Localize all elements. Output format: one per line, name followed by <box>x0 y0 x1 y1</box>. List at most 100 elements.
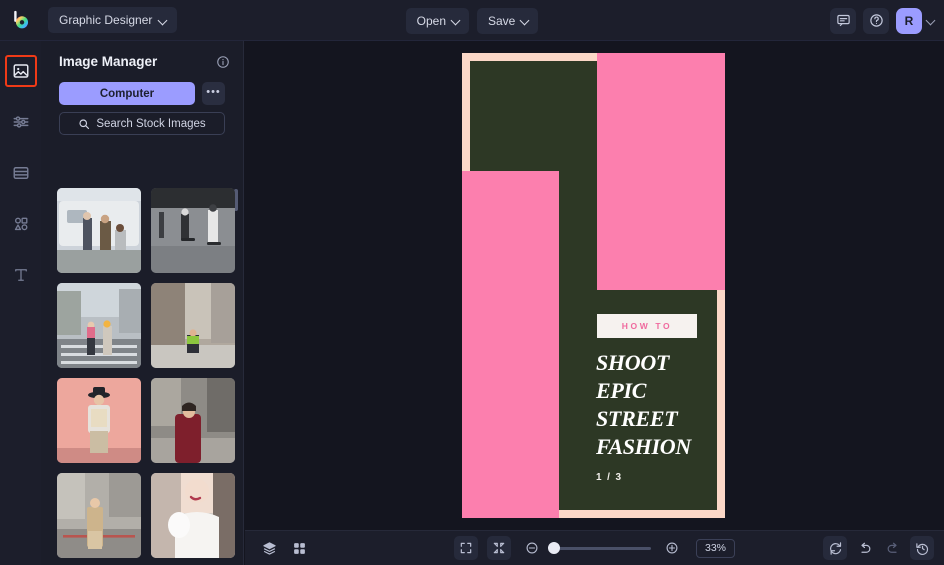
zoom-level-input[interactable]: 33% <box>695 538 735 558</box>
undo-button[interactable] <box>852 536 876 560</box>
image-thumbnail-grid <box>41 183 244 565</box>
list-item[interactable] <box>57 188 141 273</box>
help-button[interactable] <box>863 7 889 34</box>
more-sources-button[interactable]: ••• <box>202 82 225 105</box>
layers-button[interactable] <box>257 536 281 560</box>
zoom-in-button[interactable] <box>660 536 684 560</box>
history-icon <box>915 542 928 555</box>
image-icon <box>13 64 28 78</box>
chevron-down-icon <box>521 16 530 25</box>
open-button-label: Open <box>416 13 446 28</box>
list-item[interactable] <box>57 283 141 368</box>
thumbnail-image <box>151 283 235 368</box>
thumbnail-image <box>57 283 141 368</box>
sliders-icon <box>13 116 28 128</box>
left-icon-rail <box>0 41 41 565</box>
chevron-down-icon <box>159 16 168 25</box>
sidebar-item-elements[interactable] <box>0 203 41 245</box>
sidebar-item-templates-button[interactable] <box>6 158 36 188</box>
design-headline-line: STREET <box>596 406 678 431</box>
sidebar-item-adjust[interactable] <box>0 101 41 143</box>
user-avatar[interactable]: R <box>896 7 922 34</box>
design-label-how-to: HOW TO <box>597 314 697 338</box>
reset-button[interactable] <box>823 536 847 560</box>
grid-view-button[interactable] <box>287 536 311 560</box>
grid-icon <box>293 542 305 554</box>
document-name-dropdown[interactable]: Graphic Designer <box>48 7 178 33</box>
design-headline-line: SHOOT <box>596 350 670 375</box>
zoom-level-value: 33% <box>704 542 726 554</box>
zoom-slider[interactable] <box>547 542 651 554</box>
image-manager-panel: Image Manager Computer ••• Search Stock … <box>41 41 244 565</box>
thumbnail-image <box>151 378 235 463</box>
user-menu-button[interactable] <box>927 16 936 25</box>
search-stock-images-button[interactable]: Search Stock Images <box>59 112 225 135</box>
reset-icon <box>829 541 841 555</box>
save-button-label: Save <box>488 13 516 28</box>
avatar-initial: R <box>904 13 914 28</box>
design-label-how-to-text: HOW TO <box>621 321 673 331</box>
sidebar-item-elements-button[interactable] <box>6 209 36 239</box>
zoom-out-button[interactable] <box>520 536 544 560</box>
image-thumbnail-list[interactable] <box>41 183 244 565</box>
list-item[interactable] <box>151 473 235 558</box>
history-button[interactable] <box>910 536 934 560</box>
search-icon <box>79 118 90 129</box>
list-item[interactable] <box>57 378 141 463</box>
bottom-toolbar-right <box>823 536 934 560</box>
thumbnail-image <box>57 378 141 463</box>
sidebar-item-adjust-button[interactable] <box>6 107 36 137</box>
panel-source-actions: Computer ••• <box>41 69 243 105</box>
thumbnail-image <box>57 188 141 273</box>
design-block-pink-left <box>462 171 559 518</box>
zoom-slider-handle[interactable] <box>547 542 560 554</box>
redo-button[interactable] <box>881 536 905 560</box>
zoom-out-icon <box>526 542 538 554</box>
open-button[interactable]: Open <box>405 7 469 34</box>
design-composition: HOW TO SHOOT EPIC STREET FASHION 1 / 3 <box>462 53 725 518</box>
chevron-down-icon <box>452 16 461 25</box>
zoom-to-fit-button[interactable] <box>486 536 511 560</box>
canvas-area[interactable]: HOW TO SHOOT EPIC STREET FASHION 1 / 3 <box>245 41 944 530</box>
fit-to-screen-button[interactable] <box>453 536 478 560</box>
list-item[interactable] <box>151 283 235 368</box>
design-headline-line: EPIC <box>596 378 647 403</box>
computer-source-label: Computer <box>99 87 155 100</box>
brand-logo-icon <box>14 10 29 29</box>
design-page-counter: 1 / 3 <box>596 472 623 483</box>
panel-info-button[interactable] <box>216 55 230 69</box>
list-item[interactable] <box>151 378 235 463</box>
fit-to-screen-icon <box>460 542 472 554</box>
redo-icon <box>887 542 897 553</box>
sidebar-item-text-button[interactable] <box>6 260 36 290</box>
chevron-down-icon <box>927 16 936 25</box>
undo-icon <box>860 542 870 553</box>
list-item[interactable] <box>151 188 235 273</box>
zoom-in-icon <box>666 542 678 554</box>
shapes-icon <box>14 217 27 231</box>
sidebar-item-images[interactable] <box>0 50 41 92</box>
sidebar-item-text[interactable] <box>0 254 41 296</box>
layout-icon <box>13 167 28 179</box>
document-name-label: Graphic Designer <box>59 13 153 27</box>
thumbnail-image <box>57 473 141 558</box>
sidebar-item-images-button[interactable] <box>6 56 36 86</box>
artboard[interactable]: HOW TO SHOOT EPIC STREET FASHION 1 / 3 <box>462 53 725 518</box>
info-icon <box>217 55 229 68</box>
list-item[interactable] <box>57 473 141 558</box>
top-toolbar-right: R <box>830 0 936 41</box>
save-button[interactable]: Save <box>477 7 539 34</box>
search-stock-images-label: Search Stock Images <box>96 117 206 130</box>
design-headline: SHOOT EPIC STREET FASHION <box>596 349 721 461</box>
top-toolbar: Graphic Designer Open Save R <box>0 0 944 41</box>
zoom-to-fit-icon <box>493 542 505 554</box>
sidebar-item-templates[interactable] <box>0 152 41 194</box>
comment-button[interactable] <box>830 7 856 34</box>
app-root: Graphic Designer Open Save R Image Manag… <box>0 0 944 565</box>
computer-source-button[interactable]: Computer <box>59 82 195 105</box>
comment-icon <box>836 14 850 27</box>
brand-logo-button[interactable] <box>0 0 44 41</box>
layers-icon <box>262 541 276 555</box>
text-icon <box>14 269 27 281</box>
thumbnail-image <box>151 473 235 558</box>
